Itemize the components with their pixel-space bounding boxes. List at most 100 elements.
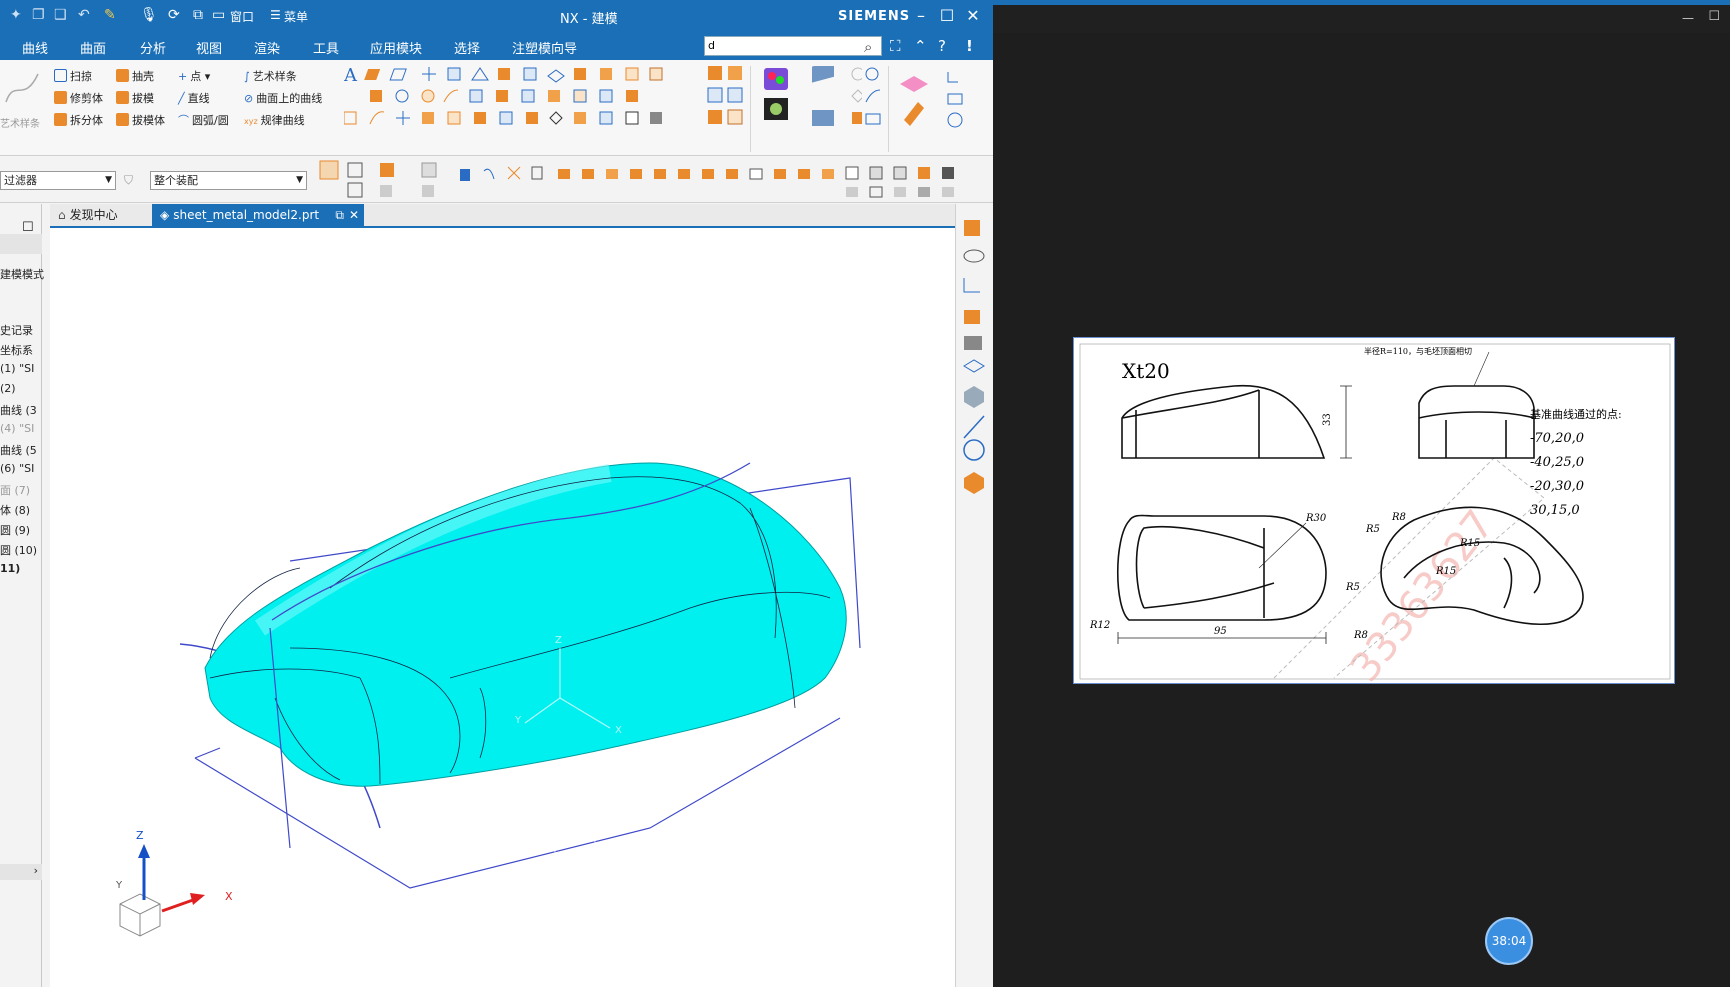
save-icon[interactable]: ✦ bbox=[10, 7, 22, 23]
navigator-maximize-icon[interactable]: ☐ bbox=[22, 220, 34, 235]
menu-tools[interactable]: 工具 bbox=[313, 38, 339, 57]
window-title: NX - 建模 bbox=[560, 12, 618, 27]
navigator-item[interactable]: (1) "SI bbox=[0, 362, 34, 375]
ribbon-curve-on-surface[interactable]: ⊘ 曲面上的曲线 bbox=[244, 90, 322, 106]
discovery-icon: ⌂ bbox=[58, 208, 66, 222]
model-view[interactable]: Z X Y Z X Y bbox=[50, 228, 955, 987]
switch-window-icon[interactable]: ⧉ bbox=[193, 7, 203, 23]
navigator-item[interactable]: (4) "SI bbox=[0, 422, 34, 435]
radius-label: R8 bbox=[1391, 512, 1406, 523]
menu-analysis[interactable]: 分析 bbox=[140, 38, 166, 57]
window-menu[interactable]: 窗口 bbox=[230, 8, 254, 25]
display-group-icons[interactable] bbox=[762, 66, 862, 132]
navigator-item[interactable]: 圆 (10) bbox=[0, 542, 37, 558]
fullscreen-icon[interactable]: ⛶ bbox=[890, 37, 901, 55]
ribbon-sweep[interactable]: 扫掠 bbox=[54, 68, 92, 84]
construct-group-icons[interactable] bbox=[898, 64, 988, 134]
title-bar: ✦ ❐ ❑ ↶ ✎ 🎙 ⟳ ⧉ ▭ 窗口 ☰ 菜单 NX - 建模 SIEMEN… bbox=[0, 0, 993, 32]
menu-render[interactable]: 渲染 bbox=[254, 38, 280, 57]
recording-timer-badge[interactable]: 38:04 bbox=[1485, 917, 1533, 965]
point-coord: -20,30,0 bbox=[1530, 479, 1584, 494]
ribbon-icon-grid[interactable]: A bbox=[344, 64, 744, 134]
navigator-item[interactable]: 圆 (9) bbox=[0, 522, 30, 538]
mic-icon[interactable]: 🎙 bbox=[140, 7, 158, 23]
snap-icon-strip[interactable] bbox=[318, 159, 988, 201]
brush-icon[interactable]: ✎ bbox=[104, 7, 116, 23]
view-triad[interactable]: Z X Y bbox=[115, 829, 233, 937]
collapse-ribbon-icon[interactable]: ⌃ bbox=[914, 37, 927, 55]
ribbon-draft-body[interactable]: 拔模体 bbox=[116, 112, 165, 128]
ribbon-trim-body[interactable]: 修剪体 bbox=[54, 90, 103, 106]
navigator-item-current[interactable]: 11) bbox=[0, 562, 20, 575]
navigator-item[interactable]: (2) bbox=[0, 382, 16, 395]
pane-minimize-icon[interactable]: — bbox=[1682, 11, 1694, 25]
ribbon-studio-spline[interactable]: ∫ 艺术样条 bbox=[244, 68, 297, 84]
split-body-icon bbox=[54, 113, 67, 126]
ribbon-shell[interactable]: 抽壳 bbox=[116, 68, 154, 84]
alert-icon[interactable]: ! bbox=[966, 37, 973, 55]
menu-curve[interactable]: 曲线 bbox=[22, 38, 48, 57]
wcs-x-label: X bbox=[615, 725, 622, 736]
filter-icon[interactable]: ⛉ bbox=[124, 173, 133, 188]
minimize-icon[interactable]: – bbox=[910, 5, 932, 27]
undo-icon[interactable]: ↶ bbox=[78, 7, 90, 23]
radius-label: R30 bbox=[1305, 513, 1327, 524]
help-icon[interactable]: ? bbox=[938, 37, 946, 55]
menu-select[interactable]: 选择 bbox=[454, 38, 480, 57]
studio-spline-label[interactable]: 艺术样条 bbox=[0, 115, 40, 130]
scope-select[interactable]: 整个装配 ▼ bbox=[150, 171, 307, 190]
tab-active-part[interactable]: ◈ sheet_metal_model2.prt ⧉ ✕ bbox=[152, 204, 364, 227]
navigator-item[interactable]: (6) "SI bbox=[0, 462, 34, 475]
navigator-item[interactable]: 曲线 (3 bbox=[0, 402, 37, 418]
curve-on-surface-icon: ⊘ bbox=[244, 92, 254, 105]
navigator-item[interactable]: 史记录 bbox=[0, 322, 33, 338]
x-axis-label: X bbox=[225, 890, 233, 903]
text-icon[interactable]: A bbox=[344, 65, 358, 86]
studio-spline-large-icon[interactable] bbox=[2, 68, 42, 108]
wcs-z-label: Z bbox=[555, 635, 562, 646]
ribbon-draft[interactable]: 拔模 bbox=[116, 90, 154, 106]
ribbon-point[interactable]: + 点 ▾ bbox=[178, 68, 210, 84]
maximize-icon[interactable]: ☐ bbox=[936, 5, 958, 27]
menu-surface[interactable]: 曲面 bbox=[80, 38, 106, 57]
pattern-icons[interactable] bbox=[706, 64, 746, 134]
touch-mode-icon[interactable]: ⟳ bbox=[168, 7, 180, 23]
y-axis-label: Y bbox=[115, 880, 123, 891]
ribbon-law-curve[interactable]: xyz 规律曲线 bbox=[244, 112, 305, 128]
split-body-label: 拆分体 bbox=[70, 114, 103, 127]
search-icon[interactable]: ⌕ bbox=[864, 38, 872, 56]
type-filter-select[interactable]: 过滤器 ▼ bbox=[0, 171, 116, 190]
paste-icon[interactable]: ❑ bbox=[54, 7, 67, 23]
navigator-item[interactable]: 曲线 (5 bbox=[0, 442, 37, 458]
radius-label: R5 bbox=[1345, 582, 1360, 593]
resource-bar-icons[interactable] bbox=[956, 216, 993, 536]
navigator-scroll-right-icon[interactable]: › bbox=[0, 864, 42, 880]
close-icon[interactable]: ✕ bbox=[962, 5, 984, 27]
menu-button-icon[interactable]: ☰ bbox=[270, 8, 281, 22]
top-view bbox=[1117, 514, 1327, 621]
menu-mold-wizard[interactable]: 注塑模向导 bbox=[512, 38, 577, 57]
nx-window: ✦ ❐ ❑ ↶ ✎ 🎙 ⟳ ⧉ ▭ 窗口 ☰ 菜单 NX - 建模 SIEMEN… bbox=[0, 0, 993, 987]
ribbon-separator bbox=[750, 66, 751, 152]
pane-maximize-icon[interactable]: ☐ bbox=[1708, 9, 1720, 24]
navigator-item[interactable]: 面 (7) bbox=[0, 482, 30, 498]
ribbon-split-body[interactable]: 拆分体 bbox=[54, 112, 103, 128]
menu-view[interactable]: 视图 bbox=[196, 38, 222, 57]
mouse-body[interactable] bbox=[204, 462, 847, 787]
navigator-item[interactable]: 建模模式 bbox=[0, 266, 44, 282]
close-tab-icon[interactable]: ✕ bbox=[349, 204, 359, 227]
copy-icon[interactable]: ❐ bbox=[32, 7, 45, 23]
radius-label: R5 bbox=[1365, 524, 1380, 535]
menu-applications[interactable]: 应用模块 bbox=[370, 38, 422, 57]
graphics-window[interactable]: Z X Y Z X Y bbox=[50, 228, 955, 987]
command-search-input[interactable]: d bbox=[704, 36, 882, 56]
reference-drawing[interactable]: 33363627 Xt20 半径R=110，与毛坯顶面相切 33 95 R30 … bbox=[1073, 337, 1675, 691]
window-icon[interactable]: ▭ bbox=[212, 7, 225, 23]
navigator-item[interactable]: 坐标系 bbox=[0, 342, 33, 358]
ribbon-line[interactable]: ╱ 直线 bbox=[178, 90, 210, 106]
main-menu[interactable]: 菜单 bbox=[284, 8, 308, 25]
trim-body-icon bbox=[54, 91, 67, 104]
ribbon-arc-circle[interactable]: ⌒ 圆弧/圆 bbox=[178, 112, 229, 128]
tab-discovery-center[interactable]: ⌂ 发现中心 bbox=[50, 204, 150, 227]
navigator-item[interactable]: 体 (8) bbox=[0, 502, 30, 518]
